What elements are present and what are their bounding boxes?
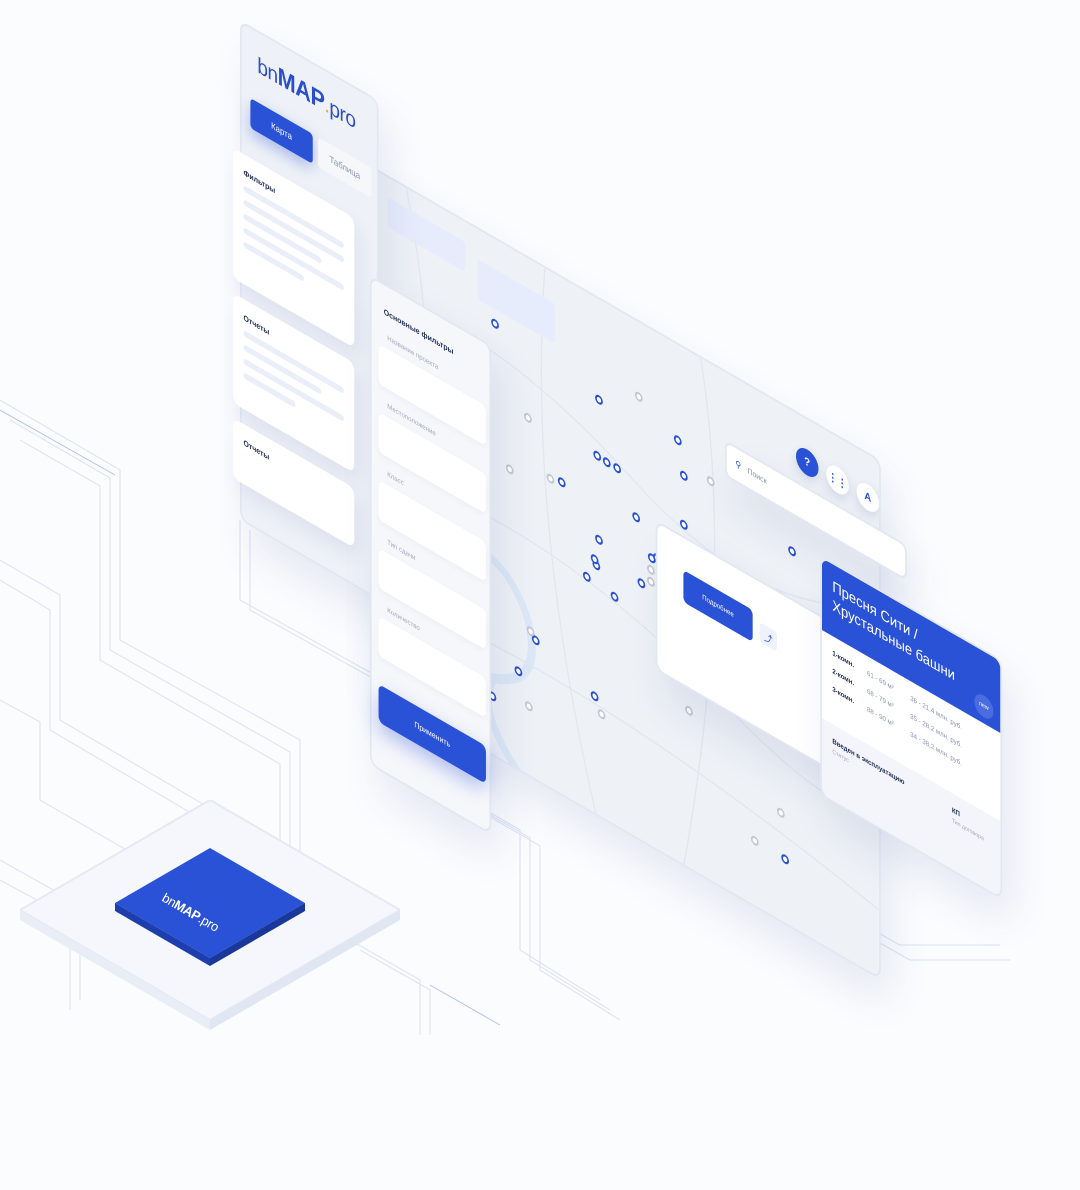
more-button[interactable]: Подробнее <box>683 570 753 642</box>
new-badge: new <box>974 690 994 723</box>
chip-logo-block: bnMAP.pro <box>20 800 400 1030</box>
sidebar: bnMAP.pro Карта Таблица Фильтры Отчеты О… <box>233 20 379 600</box>
search-icon: ⚲ <box>735 458 742 472</box>
property-header: Пресня Сити / Хрустальные башни new <box>821 558 1001 733</box>
filters-panel: Основные фильтры Название проекта Местоп… <box>369 275 492 835</box>
tab-map[interactable]: Карта <box>250 98 313 164</box>
share-icon[interactable]: ⤴ <box>759 622 777 652</box>
tab-table[interactable]: Таблица <box>317 137 372 198</box>
app-window: ? ⋮⋮ A bnMAP.pro Карта Таблица Фильтры О… <box>233 20 1080 980</box>
property-title: Хрустальные башни <box>832 597 955 685</box>
